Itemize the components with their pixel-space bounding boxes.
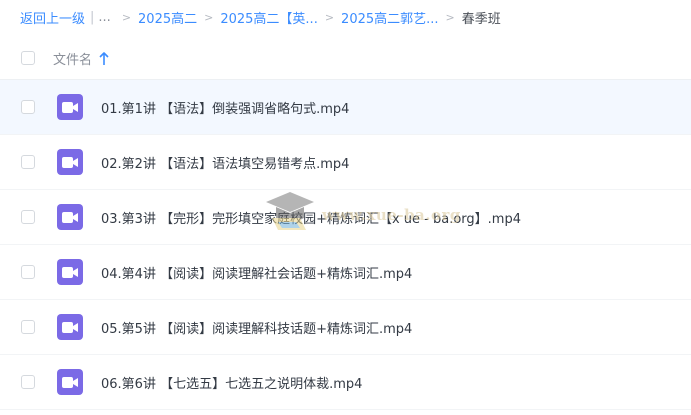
breadcrumb-current: 春季班 bbox=[461, 11, 501, 27]
row-checkbox[interactable] bbox=[21, 100, 35, 114]
list-item[interactable]: 03.第3讲 【完形】完形填空家庭校园+精炼词汇【x ue - ba.org】.… bbox=[0, 190, 691, 245]
file-name[interactable]: 04.第4讲 【阅读】阅读理解社会话题+精炼词汇.mp4 bbox=[101, 263, 412, 282]
row-checkbox[interactable] bbox=[21, 155, 35, 169]
breadcrumb: 返回上一级 | ... > 2025高二 > 2025高二【英... > 202… bbox=[20, 6, 501, 28]
video-file-icon bbox=[57, 94, 83, 120]
column-header-filename[interactable]: 文件名 bbox=[53, 49, 92, 68]
row-checkbox[interactable] bbox=[21, 265, 35, 279]
file-name[interactable]: 05.第5讲 【阅读】阅读理解科技话题+精炼词汇.mp4 bbox=[101, 318, 412, 337]
video-file-icon bbox=[57, 149, 83, 175]
select-all-checkbox[interactable] bbox=[21, 51, 35, 65]
breadcrumb-ellipsis[interactable]: ... bbox=[98, 10, 110, 25]
chevron-right-icon: > bbox=[445, 10, 455, 24]
breadcrumb-item-2025-gaoer[interactable]: 2025高二 bbox=[138, 8, 197, 27]
video-file-icon bbox=[57, 204, 83, 230]
video-file-icon bbox=[57, 369, 83, 395]
list-item[interactable]: 02.第2讲 【语法】语法填空易错考点.mp4 bbox=[0, 135, 691, 190]
list-item[interactable]: 01.第1讲 【语法】倒装强调省略句式.mp4 bbox=[0, 80, 691, 135]
chevron-right-icon: > bbox=[121, 10, 132, 24]
row-checkbox[interactable] bbox=[21, 375, 35, 389]
list-item[interactable]: 05.第5讲 【阅读】阅读理解科技话题+精炼词汇.mp4 bbox=[0, 300, 691, 355]
list-item[interactable]: 06.第6讲 【七选五】七选五之说明体裁.mp4 bbox=[0, 355, 691, 410]
back-link[interactable]: 返回上一级 bbox=[20, 8, 85, 27]
file-list-header: 文件名 bbox=[0, 37, 691, 80]
chevron-right-icon: > bbox=[204, 10, 214, 24]
file-name[interactable]: 03.第3讲 【完形】完形填空家庭校园+精炼词汇【x ue - ba.org】.… bbox=[101, 208, 521, 227]
file-name[interactable]: 01.第1讲 【语法】倒装强调省略句式.mp4 bbox=[101, 98, 349, 117]
breadcrumb-item-english[interactable]: 2025高二【英... bbox=[220, 8, 317, 27]
file-list: 01.第1讲 【语法】倒装强调省略句式.mp4 02.第2讲 【语法】语法填空易… bbox=[0, 80, 691, 410]
file-name[interactable]: 06.第6讲 【七选五】七选五之说明体裁.mp4 bbox=[101, 373, 362, 392]
row-checkbox[interactable] bbox=[21, 320, 35, 334]
breadcrumb-item-teacher[interactable]: 2025高二郭艺... bbox=[341, 8, 438, 27]
row-checkbox[interactable] bbox=[21, 210, 35, 224]
file-name[interactable]: 02.第2讲 【语法】语法填空易错考点.mp4 bbox=[101, 153, 349, 172]
divider: | bbox=[90, 9, 95, 25]
arrow-up-icon[interactable] bbox=[98, 51, 110, 65]
video-file-icon bbox=[57, 259, 83, 285]
video-file-icon bbox=[57, 314, 83, 340]
list-item[interactable]: 04.第4讲 【阅读】阅读理解社会话题+精炼词汇.mp4 bbox=[0, 245, 691, 300]
chevron-right-icon: > bbox=[324, 10, 335, 24]
